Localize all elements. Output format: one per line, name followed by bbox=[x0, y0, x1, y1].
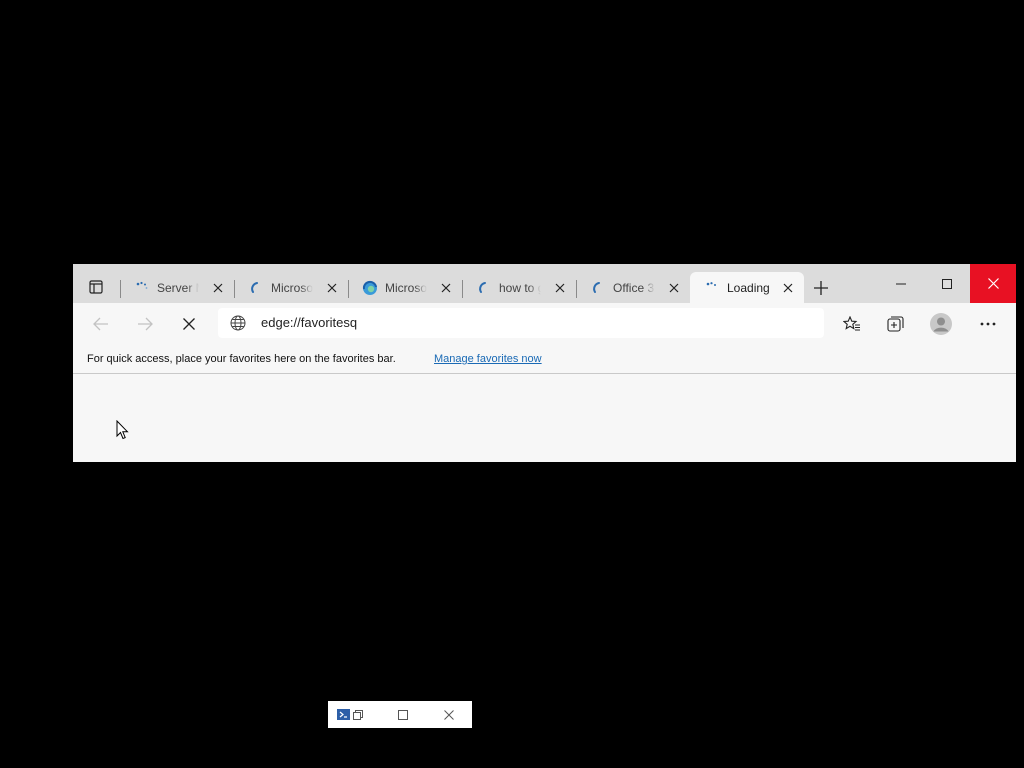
tab-title: how to g bbox=[499, 281, 541, 295]
tab-actions-icon bbox=[89, 280, 103, 294]
tab-close-button[interactable] bbox=[552, 280, 568, 296]
new-tab-button[interactable] bbox=[809, 276, 833, 300]
tab-strip: Server M Microsof Microsof bbox=[73, 264, 1016, 303]
browser-window: Server M Microsof Microsof bbox=[73, 264, 1016, 462]
forward-button[interactable] bbox=[131, 310, 159, 338]
tab-close-button[interactable] bbox=[666, 280, 682, 296]
page-content bbox=[73, 375, 1016, 462]
tab-title: Server M bbox=[157, 281, 199, 295]
forward-arrow-icon bbox=[138, 317, 153, 331]
profile-button[interactable] bbox=[927, 310, 955, 338]
close-icon bbox=[987, 278, 999, 289]
tab-separator bbox=[120, 280, 121, 298]
loading-spinner-icon bbox=[248, 280, 264, 296]
tab-close-button[interactable] bbox=[324, 280, 340, 296]
tab-4[interactable]: how to g bbox=[462, 272, 576, 303]
back-button[interactable] bbox=[87, 310, 115, 338]
favorites-bar-message: For quick access, place your favorites h… bbox=[87, 353, 396, 365]
close-icon bbox=[213, 283, 223, 293]
stop-loading-button[interactable] bbox=[175, 310, 203, 338]
close-icon bbox=[555, 283, 565, 293]
restore-icon[interactable] bbox=[349, 706, 367, 724]
tab-2[interactable]: Microsof bbox=[234, 272, 348, 303]
plus-icon bbox=[814, 281, 828, 295]
close-icon bbox=[441, 283, 451, 293]
loading-spinner-icon bbox=[590, 280, 606, 296]
url-text[interactable]: edge://favoritesq bbox=[261, 315, 357, 331]
tab-close-button[interactable] bbox=[438, 280, 454, 296]
tab-title: Office 36 bbox=[613, 281, 655, 295]
tab-1[interactable]: Server M bbox=[120, 272, 234, 303]
maximize-icon[interactable] bbox=[394, 706, 412, 724]
tab-separator bbox=[576, 280, 577, 298]
close-icon bbox=[669, 283, 679, 293]
tab-title: Microsof bbox=[385, 281, 427, 295]
globe-icon bbox=[230, 315, 246, 331]
settings-more-button[interactable] bbox=[974, 310, 1002, 338]
minimize-icon bbox=[896, 283, 906, 284]
close-icon bbox=[783, 283, 793, 293]
tab-separator bbox=[462, 280, 463, 298]
tab-5[interactable]: Office 36 bbox=[576, 272, 690, 303]
tab-actions-button[interactable] bbox=[81, 272, 111, 302]
loading-spinner-icon bbox=[476, 280, 492, 296]
mouse-cursor-icon bbox=[116, 420, 129, 440]
tab-close-button[interactable] bbox=[210, 280, 226, 296]
favorites-bar: For quick access, place your favorites h… bbox=[73, 344, 1016, 374]
minimize-button[interactable] bbox=[878, 264, 924, 303]
loading-dots-icon bbox=[704, 280, 720, 296]
address-bar[interactable]: edge://favoritesq bbox=[218, 308, 824, 338]
tab-title: Loading bbox=[727, 281, 770, 295]
navigation-toolbar: edge://favoritesq bbox=[73, 303, 1016, 344]
tab-3[interactable]: Microsof bbox=[348, 272, 462, 303]
close-icon[interactable] bbox=[440, 706, 458, 724]
collections-icon bbox=[887, 316, 904, 332]
loading-spinner-icon bbox=[134, 280, 150, 296]
tab-close-button[interactable] bbox=[780, 280, 796, 296]
collections-button[interactable] bbox=[882, 310, 910, 338]
close-icon bbox=[327, 283, 337, 293]
avatar-icon bbox=[930, 313, 952, 335]
close-window-button[interactable] bbox=[970, 264, 1016, 303]
stop-icon bbox=[183, 318, 195, 330]
favorites-button[interactable] bbox=[838, 310, 866, 338]
tab-title: Microsof bbox=[271, 281, 313, 295]
back-arrow-icon bbox=[93, 317, 108, 331]
more-dots-icon bbox=[980, 322, 996, 326]
tab-separator bbox=[348, 280, 349, 298]
edge-logo-icon bbox=[362, 280, 378, 296]
maximize-button[interactable] bbox=[924, 264, 970, 303]
manage-favorites-link[interactable]: Manage favorites now bbox=[434, 352, 542, 366]
minimized-window-bar[interactable] bbox=[328, 701, 472, 728]
maximize-icon bbox=[942, 278, 952, 289]
star-list-icon bbox=[843, 316, 860, 331]
tab-6-active[interactable]: Loading bbox=[690, 272, 804, 303]
tab-separator bbox=[234, 280, 235, 298]
